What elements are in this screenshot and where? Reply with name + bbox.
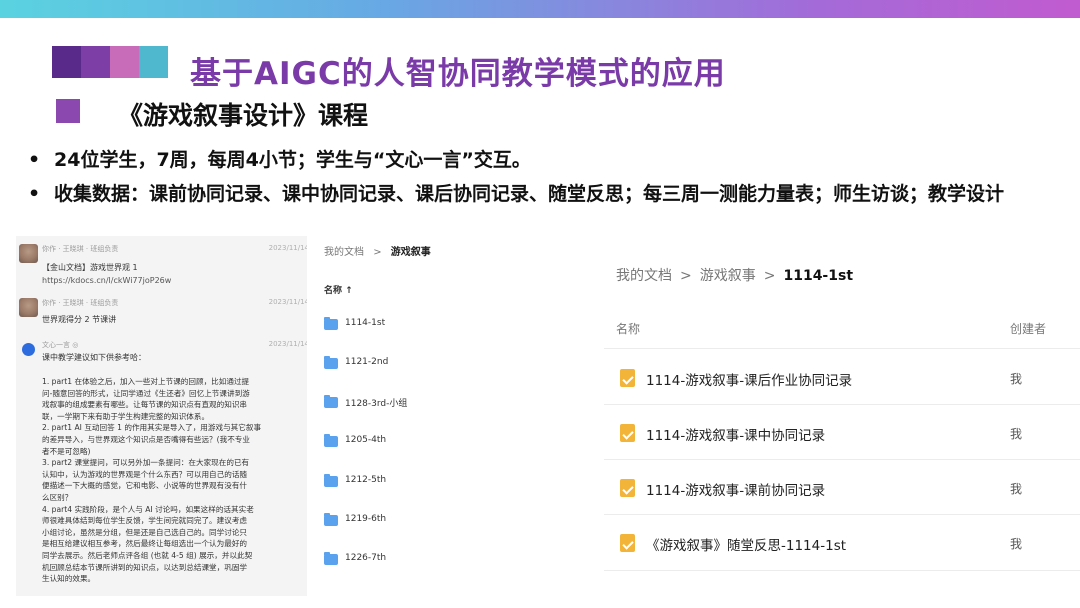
body-line: 1. part1 在体验之后，加入一些对上节课的回顾，比如通过提	[42, 377, 250, 386]
body-line: 的差异导入，与世界观这个知识点是否嘴得有些远？(我不专业	[42, 434, 250, 444]
doc-row[interactable]: 1114-游戏叙事-课前协同记录 我	[616, 477, 1080, 501]
avatar	[19, 244, 38, 263]
top-gradient-bar	[0, 0, 1080, 18]
divider	[604, 404, 1080, 405]
chevron-right-icon: >	[680, 268, 692, 284]
folder-row[interactable]: 1205-4th	[324, 434, 564, 452]
breadcrumb: 我的文档 > 游戏叙事 >1114-1st	[616, 265, 853, 285]
message-time: 2023/11/14	[268, 298, 307, 306]
body-line: 戏叙事的组成要素有哪些。让每节课的知识点有直观的知识串	[42, 400, 248, 410]
folder-name: 1128-3rd-小组	[345, 399, 408, 409]
folder-icon	[324, 434, 338, 447]
title-color-blocks	[52, 46, 168, 78]
bullet-item: 24位学生，7周，每周4小节；学生与“文心一言”交互。	[28, 148, 1004, 182]
message-text: 课中教学建议如下供参考哈：	[42, 353, 146, 362]
doc-icon	[620, 479, 635, 497]
column-header-name-sort[interactable]: 名称 ↑	[324, 283, 353, 296]
doc-name: 《游戏叙事》随堂反思-1114-1st	[646, 538, 847, 554]
doc-icon	[620, 369, 635, 387]
bullet-item: 收集数据：课前协同记录、课中协同记录、课后协同记录、随堂反思；每三周一测能力量表…	[28, 182, 1004, 216]
doc-row[interactable]: 1114-游戏叙事-课中协同记录 我	[616, 422, 1080, 446]
doc-icon	[620, 534, 635, 552]
body-line: 生认知的效果。	[42, 574, 96, 584]
body-line: 小组讨论，虽然是分组，但是还是自己选自己的。同学讨论只	[42, 527, 248, 537]
folder-icon	[324, 552, 338, 565]
subtitle-marker	[56, 99, 80, 123]
message-text: 世界观得分 2 节课讲	[42, 315, 117, 324]
folder-name: 1205-4th	[345, 435, 387, 445]
chat-panel: 你作 · 王晓琪 · 班组负责 2023/11/14 【金山文档】游戏世界观 1…	[16, 236, 307, 596]
doc-creator: 我	[1010, 537, 1023, 551]
body-line: 同学去展示。然后老师点评各组 (也就 4-5 组) 展示，并以此契	[42, 550, 253, 560]
divider	[604, 348, 1080, 349]
body-line: 机回顾总结本节课所讲到的知识点，以达到总结课堂，巩固学	[42, 562, 248, 572]
doc-creator: 我	[1010, 427, 1023, 441]
sender-name: 文心一言 ◎	[42, 341, 79, 349]
doc-name: 1114-游戏叙事-课后作业协同记录	[646, 373, 853, 389]
chevron-right-icon: >	[763, 268, 776, 284]
body-line: 3. part2 课堂提问，可以另外加一条提问：在大家现在的已有	[42, 458, 250, 468]
divider	[604, 570, 1080, 571]
folder-name: 1212-5th	[345, 475, 387, 485]
body-line: 问-随意回答的形式，让同学通过《生还者》回忆上节课讲到游	[42, 388, 250, 398]
folder-row[interactable]: 1219-6th	[324, 513, 564, 531]
column-header-creator[interactable]: 创建者	[1010, 320, 1046, 337]
breadcrumb-item[interactable]: 我的文档	[324, 247, 364, 258]
breadcrumb: 我的文档 > 游戏叙事	[324, 243, 431, 258]
folder-row[interactable]: 1114-1st	[324, 317, 564, 335]
body-line: 么区别？	[42, 492, 73, 502]
column-header-name[interactable]: 名称	[616, 320, 640, 337]
body-line: 2. part1 AI 互动回答 1 的作用其实是导入了，用游戏与其它叙事	[42, 423, 262, 433]
doc-row[interactable]: 《游戏叙事》随堂反思-1114-1st 我	[616, 532, 1080, 556]
doc-creator: 我	[1010, 372, 1023, 386]
chevron-right-icon: >	[373, 247, 382, 258]
bullet-list: 24位学生，7周，每周4小节；学生与“文心一言”交互。 收集数据：课前协同记录、…	[28, 148, 1004, 216]
folder-row[interactable]: 1128-3rd-小组	[324, 395, 564, 413]
breadcrumb-item[interactable]: 游戏叙事	[700, 268, 756, 284]
body-line: 联，一学期下来有助于学生构建完整的知识体系。	[42, 411, 210, 421]
sender-name: 你作 · 王晓琪 · 班组负责	[42, 299, 119, 307]
message-text: 【金山文档】游戏世界观 1	[42, 263, 138, 272]
avatar	[19, 298, 38, 317]
body-line: 者不是可忽略)	[42, 446, 91, 456]
folder-icon	[324, 474, 338, 487]
folder-name: 1219-6th	[345, 514, 387, 524]
breadcrumb-current: 1114-1st	[783, 268, 854, 284]
doc-creator: 我	[1010, 482, 1023, 496]
breadcrumb-item[interactable]: 我的文档	[616, 268, 672, 284]
folder-name: 1114-1st	[345, 318, 386, 328]
folder-icon	[324, 395, 338, 408]
doc-name: 1114-游戏叙事-课中协同记录	[646, 428, 826, 444]
slide-title: 基于AIGC的人智协同教学模式的应用	[190, 56, 726, 92]
folder-row[interactable]: 1226-7th	[324, 552, 564, 570]
folder-row[interactable]: 1121-2nd	[324, 356, 564, 374]
body-line: 是相互给建议相互参考，然后最终让每组选出一个认为最好的	[42, 539, 248, 549]
folder-name: 1121-2nd	[345, 357, 389, 367]
folder-icon	[324, 513, 338, 526]
body-line: 师很难具体结到每位学生反馈，学生间完就同完了。建议考虑	[42, 516, 248, 526]
body-line: 认知中，认为游戏的世界观是个什么东西？可以用自己的话随	[42, 469, 248, 479]
bot-avatar-icon	[19, 340, 38, 359]
folder-icon	[324, 317, 338, 330]
sender-name: 你作 · 王晓琪 · 班组负责	[42, 245, 119, 253]
message-link[interactable]: https://kdocs.cn/l/ckWi77joP26w	[42, 275, 171, 287]
divider	[604, 514, 1080, 515]
suggestion-body: 1. part1 在体验之后，加入一些对上节课的回顾，比如通过提 问-随意回答的…	[42, 376, 290, 585]
folder-row[interactable]: 1212-5th	[324, 474, 564, 492]
folder-name: 1226-7th	[345, 553, 387, 563]
body-line: 4. part4 实践阶段，是个人与 AI 讨论吗，如果这样的话其实老	[42, 504, 254, 514]
folder-icon	[324, 356, 338, 369]
doc-row[interactable]: 1114-游戏叙事-课后作业协同记录 我	[616, 367, 1080, 391]
message-time: 2023/11/14	[268, 340, 307, 348]
message-time: 2023/11/14	[268, 244, 307, 252]
breadcrumb-current: 游戏叙事	[390, 247, 431, 258]
body-line: 便描述一下大概的感觉，它和电影、小说等的世界观有没有什	[42, 481, 248, 491]
divider	[604, 459, 1080, 460]
doc-icon	[620, 424, 635, 442]
doc-name: 1114-游戏叙事-课前协同记录	[646, 483, 826, 499]
slide-subtitle: 《游戏叙事设计》课程	[118, 101, 369, 130]
